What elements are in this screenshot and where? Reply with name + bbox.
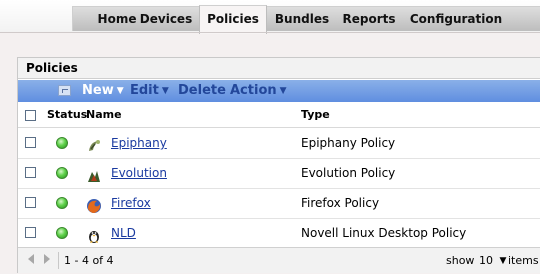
next-page-icon[interactable]: [44, 254, 50, 264]
nld-icon: [86, 226, 102, 243]
table-header: Status Name Type: [18, 103, 540, 128]
nav-divider: [0, 32, 540, 33]
evolution-icon: [86, 166, 102, 182]
folder-up-icon[interactable]: [58, 85, 71, 96]
policy-type: Evolution Policy: [301, 166, 396, 180]
table-row[interactable]: Firefox Firefox Policy: [18, 189, 540, 219]
status-ok-icon: [56, 197, 68, 209]
table-row[interactable]: Epiphany Epiphany Policy: [18, 129, 540, 159]
tab-configuration[interactable]: Configuration: [406, 7, 506, 31]
action-label: Action: [230, 83, 277, 98]
row-checkbox[interactable]: [25, 137, 36, 148]
policy-type: Epiphany Policy: [301, 136, 396, 150]
edit-button[interactable]: Edit ▼: [130, 80, 169, 102]
chevron-down-icon: ▼: [279, 86, 287, 96]
tab-strip: Home Devices Policies Bundles Reports Co…: [72, 5, 540, 34]
chevron-down-icon: ▼: [161, 86, 169, 96]
row-checkbox[interactable]: [25, 197, 36, 208]
tab-reports[interactable]: Reports: [338, 7, 400, 31]
pagination-footer: 1 - 4 of 4 show 10 ▼ items: [18, 247, 540, 273]
table-row[interactable]: Evolution Evolution Policy: [18, 159, 540, 189]
policy-type: Novell Linux Desktop Policy: [301, 226, 467, 240]
select-all-checkbox[interactable]: [25, 110, 36, 121]
policy-link-firefox[interactable]: Firefox: [111, 189, 151, 218]
tab-devices[interactable]: Devices: [137, 7, 195, 31]
previous-page-icon[interactable]: [28, 254, 34, 264]
table-row[interactable]: NLD Novell Linux Desktop Policy: [18, 219, 540, 249]
policy-link-evolution[interactable]: Evolution: [111, 159, 167, 188]
epiphany-icon: [86, 136, 102, 152]
status-ok-icon: [56, 227, 68, 239]
row-checkbox[interactable]: [25, 167, 36, 178]
status-ok-icon: [56, 137, 68, 149]
top-navigation: Home Devices Policies Bundles Reports Co…: [0, 0, 540, 34]
pager-range: 1 - 4 of 4: [64, 254, 114, 267]
policy-link-epiphany[interactable]: Epiphany: [111, 129, 167, 158]
new-label: New: [82, 83, 114, 98]
tab-policies[interactable]: Policies: [199, 5, 267, 34]
action-button[interactable]: Action ▼: [230, 80, 287, 102]
items-label: items: [508, 254, 539, 267]
pager-divider: [58, 252, 59, 269]
tab-bundles[interactable]: Bundles: [270, 7, 334, 31]
name-column-header[interactable]: Name: [86, 103, 122, 127]
status-ok-icon: [56, 167, 68, 179]
panel-title: Policies: [18, 58, 540, 79]
policy-link-nld[interactable]: NLD: [111, 219, 136, 248]
row-checkbox[interactable]: [25, 227, 36, 238]
new-button[interactable]: New ▼: [82, 80, 124, 102]
status-column-header[interactable]: Status: [47, 103, 87, 127]
delete-button[interactable]: Delete: [178, 80, 226, 102]
type-column-header[interactable]: Type: [301, 103, 330, 127]
show-label: show: [446, 254, 475, 267]
chevron-down-icon: ▼: [499, 256, 507, 266]
policies-panel: Policies New ▼ Edit ▼ Delete Action ▼ Statu…: [17, 57, 540, 273]
policies-toolbar: New ▼ Edit ▼ Delete Action ▼: [18, 80, 540, 102]
page-size-value: 10: [479, 254, 493, 267]
chevron-down-icon: ▼: [116, 86, 124, 96]
firefox-icon: [86, 196, 102, 213]
policy-type: Firefox Policy: [301, 196, 380, 210]
page-size-select[interactable]: 10 ▼: [479, 248, 506, 274]
edit-label: Edit: [130, 83, 159, 98]
